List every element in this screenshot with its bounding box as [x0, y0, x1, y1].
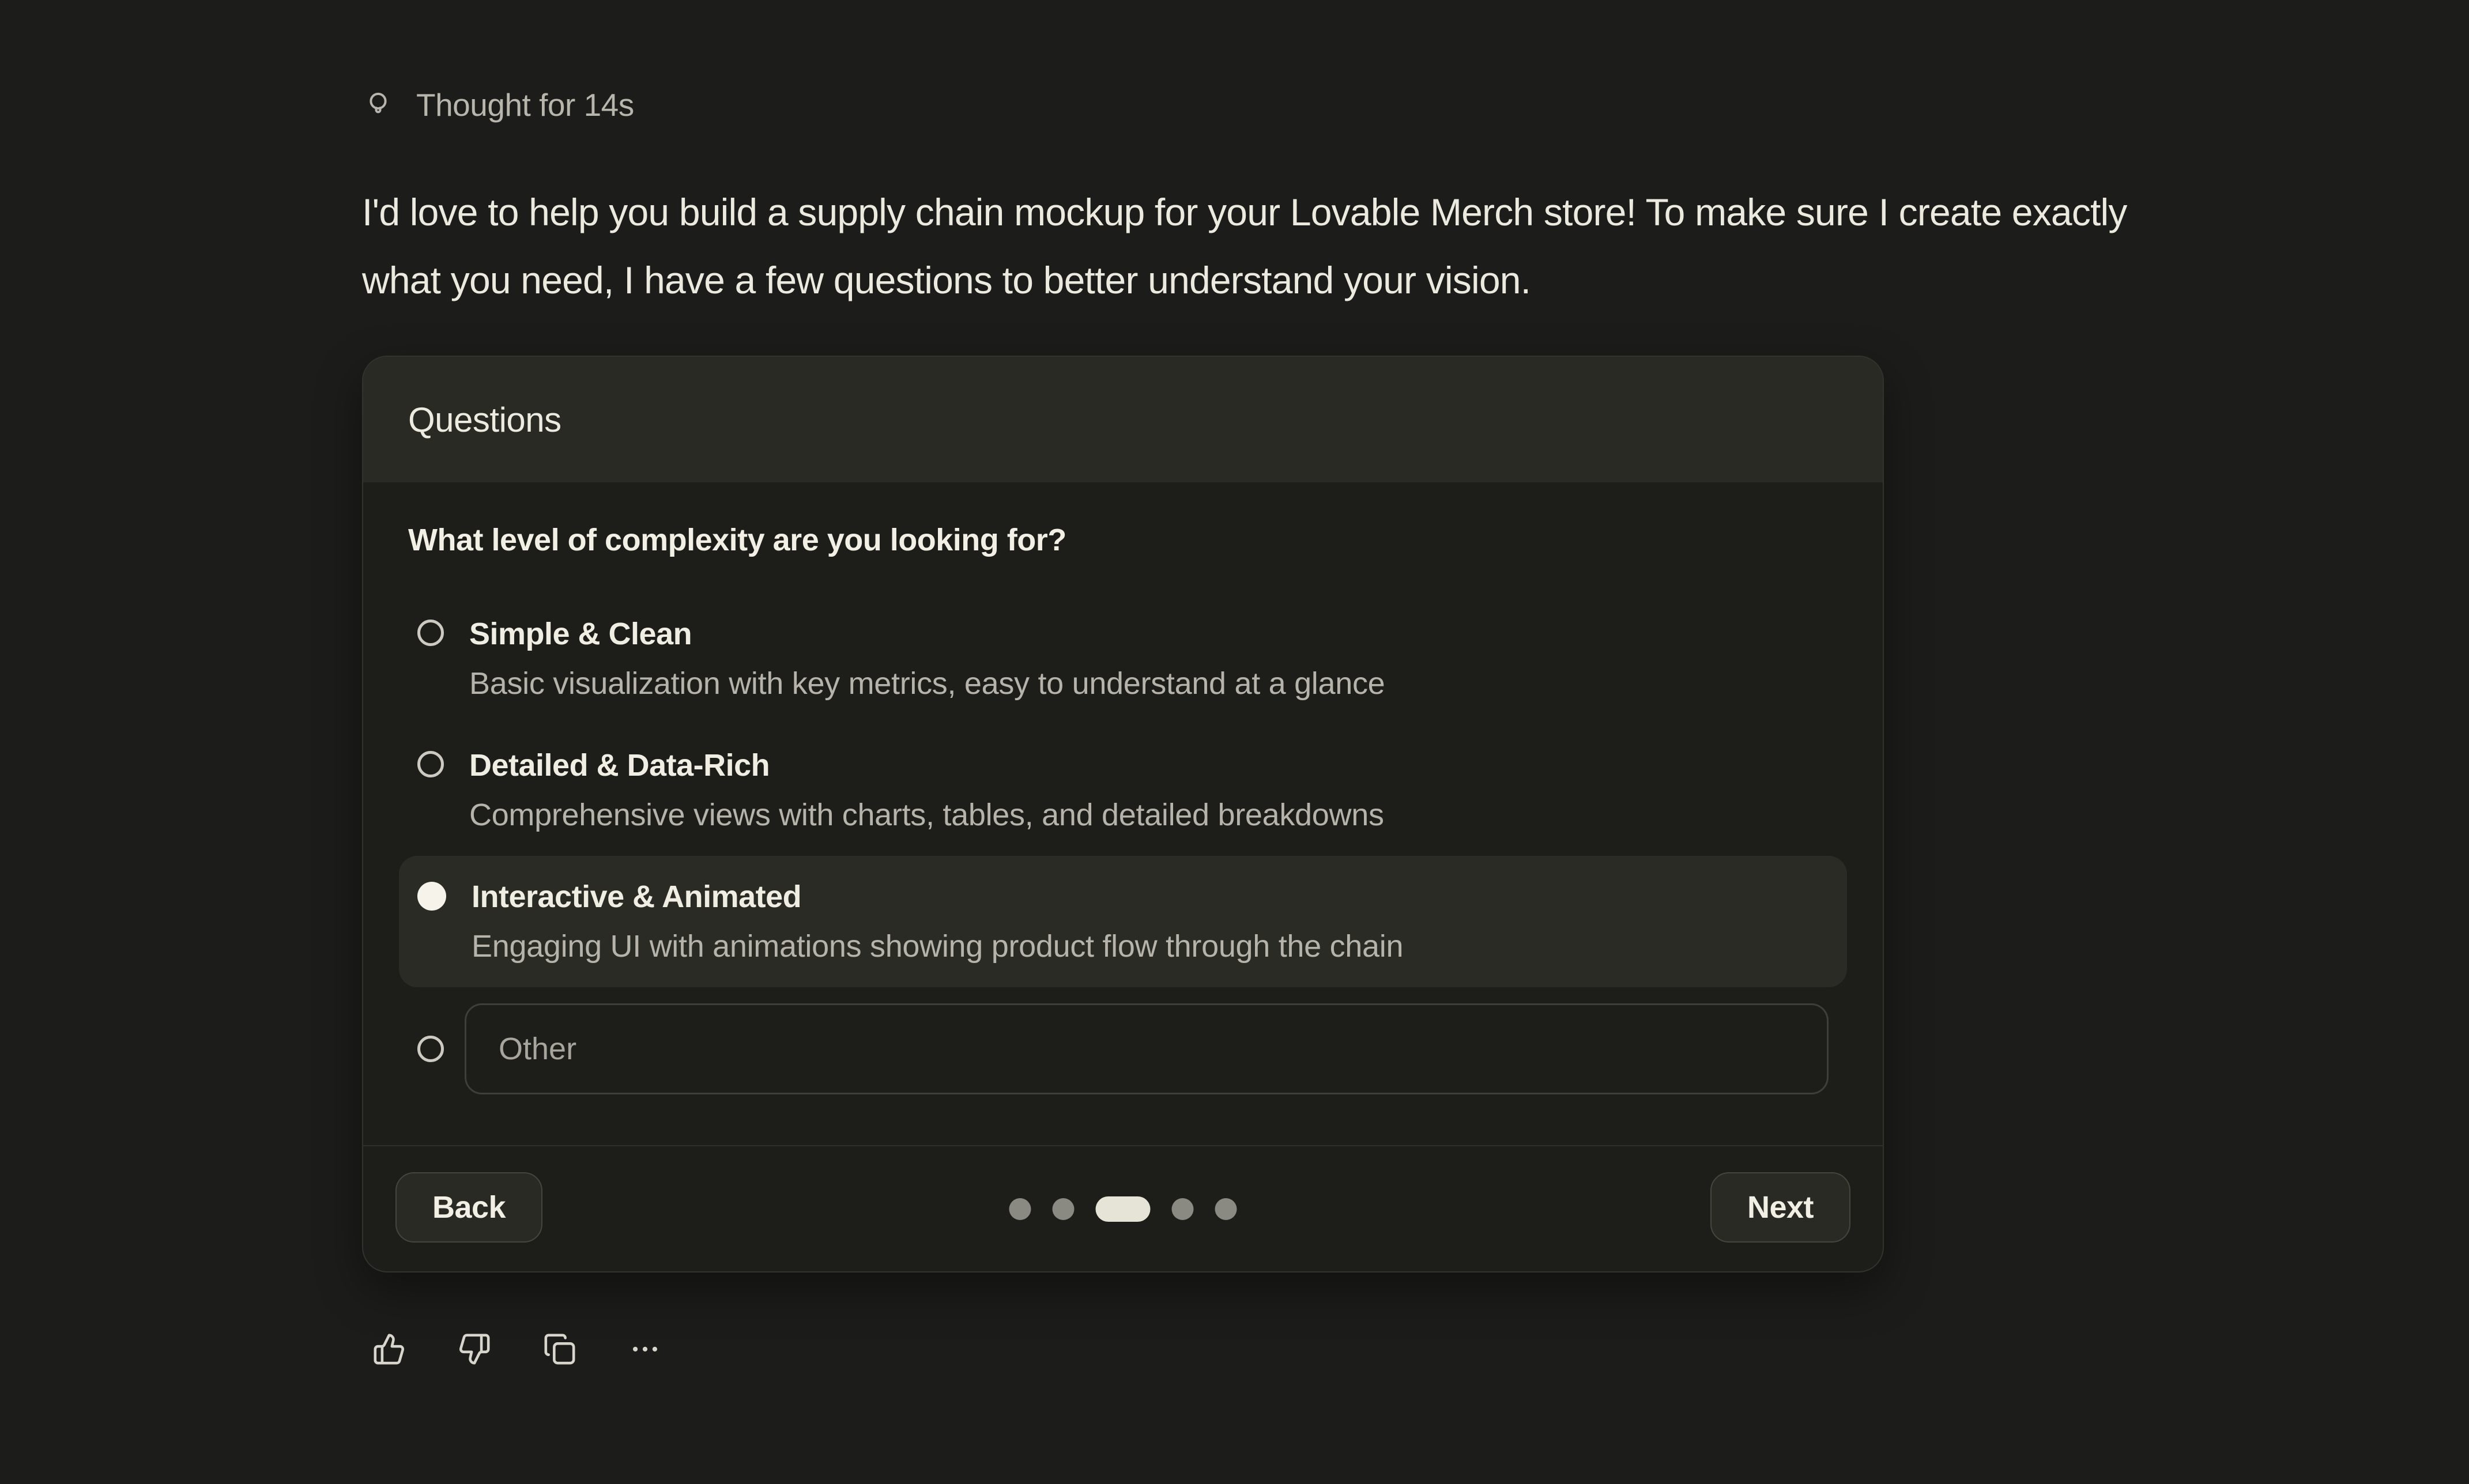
page-dot: [1009, 1198, 1031, 1220]
assistant-message-text: I'd love to help you build a supply chai…: [362, 178, 2189, 314]
option-description: Basic visualization with key metrics, ea…: [469, 663, 1385, 704]
option-description: Engaging UI with animations showing prod…: [472, 926, 1403, 966]
other-input[interactable]: [465, 1003, 1829, 1094]
option-label: Simple & Clean: [469, 614, 1385, 654]
thumbs-down-icon: [458, 1332, 491, 1366]
questions-card-body: What level of complexity are you looking…: [363, 482, 1883, 1145]
radio-button[interactable]: [417, 1036, 444, 1062]
chat-message-area: Thought for 14s I'd love to help you bui…: [0, 0, 2469, 1484]
back-button[interactable]: Back: [395, 1172, 542, 1243]
message-actions: [372, 1332, 2469, 1366]
page-dot-active: [1096, 1196, 1151, 1222]
thumbs-down-button[interactable]: [458, 1332, 491, 1366]
copy-button[interactable]: [543, 1332, 576, 1366]
card-title: Questions: [408, 400, 561, 440]
option-other[interactable]: [399, 1003, 1847, 1094]
copy-icon: [543, 1332, 576, 1366]
more-options-button[interactable]: [628, 1332, 662, 1366]
option-label: Detailed & Data-Rich: [469, 745, 1384, 786]
page-dot: [1215, 1198, 1237, 1220]
thumbs-up-icon: [372, 1332, 406, 1366]
questions-card: Questions What level of complexity are y…: [362, 356, 1884, 1272]
thinking-toggle[interactable]: Thought for 14s: [362, 86, 634, 123]
lightbulb-icon: [362, 87, 394, 123]
page-dot: [1172, 1198, 1194, 1220]
radio-button[interactable]: [417, 620, 444, 646]
options-list: Simple & Clean Basic visualization with …: [408, 593, 1838, 1094]
radio-button[interactable]: [417, 751, 444, 777]
questions-card-header: Questions: [363, 357, 1883, 482]
question-text: What level of complexity are you looking…: [408, 519, 1838, 561]
thumbs-up-button[interactable]: [372, 1332, 406, 1366]
option-simple-clean[interactable]: Simple & Clean Basic visualization with …: [399, 593, 1847, 724]
ellipsis-icon: [628, 1332, 662, 1366]
option-interactive-animated[interactable]: Interactive & Animated Engaging UI with …: [399, 856, 1847, 987]
option-label: Interactive & Animated: [472, 877, 1403, 917]
pagination-dots: [1009, 1196, 1237, 1222]
option-detailed-data-rich[interactable]: Detailed & Data-Rich Comprehensive views…: [399, 724, 1847, 856]
questions-card-footer: Back Next: [363, 1145, 1883, 1271]
radio-button-selected[interactable]: [417, 882, 446, 911]
option-description: Comprehensive views with charts, tables,…: [469, 795, 1384, 835]
thinking-duration-label: Thought for 14s: [416, 86, 634, 123]
page-dot: [1053, 1198, 1075, 1220]
next-button[interactable]: Next: [1710, 1172, 1850, 1243]
